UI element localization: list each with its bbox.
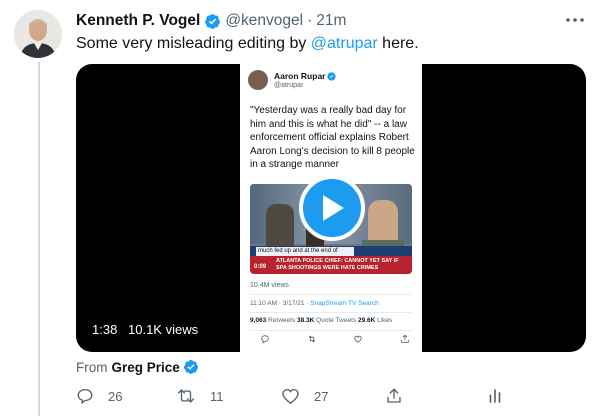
tweet-text-part: here. (377, 35, 419, 52)
video-attribution: From Greg Price (76, 359, 199, 375)
embedded-likes-count: 29.6K (357, 317, 376, 324)
attribution-prefix: From (76, 359, 108, 375)
news-ticker-text: ATLANTA POLICE CHIEF: CANNOT YET SAY IF … (276, 258, 399, 271)
video-player[interactable]: Aaron Rupar @atrupar "Yesterday was a re… (76, 64, 586, 352)
tweet-header: Kenneth P. Vogel @kenvogel · 21m (76, 11, 346, 31)
embedded-avatar (248, 70, 268, 90)
reply-button[interactable]: 26 (76, 386, 122, 406)
like-icon (282, 388, 299, 404)
embedded-verified-icon (327, 71, 337, 81)
embedded-actions (260, 334, 410, 346)
embedded-author-name-text: Aaron Rupar (274, 71, 326, 81)
verified-badge-icon (183, 360, 198, 374)
tweet-timestamp[interactable]: 21m (316, 12, 346, 30)
author-name[interactable]: Kenneth P. Vogel (76, 12, 200, 30)
analytics-icon (489, 389, 501, 403)
share-icon (387, 388, 401, 403)
video-timer: 0:09 (254, 264, 267, 270)
retweet-button[interactable]: 11 (176, 386, 224, 406)
embedded-source: SnapStream TV Search (310, 300, 379, 307)
reply-count: 26 (108, 388, 123, 404)
mention-link[interactable]: @atrupar (311, 35, 378, 52)
video-views: 10.1K views (128, 322, 199, 337)
divider (250, 312, 412, 313)
embedded-quotes-label: Quote Tweets (314, 317, 358, 324)
tweet-text: Some very misleading editing by @atrupar… (76, 34, 419, 54)
separator-dot: · (307, 12, 313, 29)
embedded-share-icon (401, 334, 409, 343)
more-options-icon[interactable] (564, 12, 586, 28)
embedded-retweets-label: Retweets (266, 317, 297, 324)
thread-line (38, 62, 40, 416)
video-duration: 1:38 (92, 322, 118, 337)
share-button[interactable] (385, 386, 403, 406)
author-handle[interactable]: @kenvogel (225, 12, 303, 30)
tweet-text-part: Some very misleading editing by (76, 35, 311, 52)
retweet-icon (177, 389, 195, 403)
embedded-reply-icon (261, 335, 269, 344)
embedded-views: 10.4M views (250, 282, 289, 289)
embedded-author-name: Aaron Rupar (274, 71, 337, 81)
retweet-count: 11 (210, 388, 224, 404)
tweet-actions: 26 11 27 (76, 386, 516, 408)
embedded-quotes-count: 38.3K (297, 317, 315, 324)
embedded-retweet-icon (308, 335, 315, 343)
video-caption: much fed up and at the end of (256, 247, 354, 256)
embedded-likes-label: Likes (375, 317, 393, 324)
embedded-like-icon (354, 335, 363, 343)
reply-icon (77, 388, 93, 404)
like-count: 27 (314, 388, 329, 404)
embedded-stats: 9,063 Retweets 38.3K Quote Tweets 29.6K … (250, 317, 392, 324)
divider (250, 294, 412, 295)
like-button[interactable]: 27 (281, 386, 328, 406)
embedded-tweet-text: "Yesterday was a really bad day for him … (250, 105, 415, 170)
embedded-timestamp-text: 11:10 AM · 3/17/21 · (250, 300, 311, 307)
embedded-author-handle: @atrupar (274, 82, 304, 89)
verified-badge-icon (204, 13, 221, 30)
video-mugshot (368, 200, 398, 244)
avatar-photo (14, 10, 62, 58)
divider (250, 330, 412, 331)
embedded-retweets-count: 9,063 (250, 317, 267, 324)
embedded-timestamp: 11:10 AM · 3/17/21 · SnapStream TV Searc… (250, 300, 379, 307)
attribution-name[interactable]: Greg Price (112, 360, 180, 375)
analytics-button[interactable] (486, 386, 504, 406)
play-icon[interactable] (299, 175, 365, 241)
avatar[interactable] (14, 10, 62, 58)
